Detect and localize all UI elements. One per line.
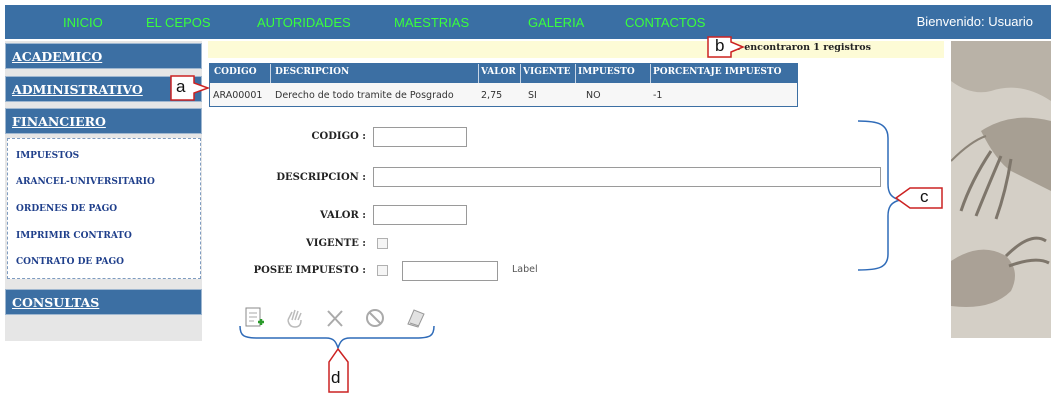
nav-item-el-cepos[interactable]: EL CEPOS [146, 15, 211, 30]
records-found-message: Se encontraron 1 registros [728, 42, 871, 53]
descripcion-label: DESCRIPCION : [276, 172, 366, 183]
table-cell: ARA00001 [213, 90, 263, 101]
decorative-fresco-image [951, 41, 1051, 338]
column-header[interactable]: VALOR [481, 67, 516, 77]
valor-input[interactable] [373, 205, 467, 225]
nav-item-contactos[interactable]: CONTACTOS [625, 15, 705, 30]
column-header[interactable]: PORCENTAJE IMPUESTO [653, 67, 781, 77]
codigo-label: CODIGO : [311, 131, 366, 142]
submenu-item-imprimir[interactable]: IMPRIMIR CONTRATO [16, 231, 132, 241]
nav-item-autoridades[interactable]: AUTORIDADES [257, 15, 351, 30]
descripcion-input[interactable] [373, 167, 881, 187]
submenu-item-contrato[interactable]: CONTRATO DE PAGO [16, 257, 124, 267]
top-navigation-bar: INICIO EL CEPOS AUTORIDADES MAESTRIAS GA… [5, 5, 1051, 39]
codigo-input[interactable] [373, 127, 467, 147]
impuesto-input[interactable] [402, 261, 498, 281]
table-header-row: CODIGO DESCRIPCION VALOR VIGENTE IMPUEST… [210, 64, 797, 83]
submenu-item-impuestos[interactable]: IMPUESTOS [16, 151, 79, 161]
callout-b: b [715, 36, 725, 55]
financiero-submenu: IMPUESTOS ARANCEL-UNIVERSITARIO ORDENES … [7, 138, 201, 279]
nav-item-inicio[interactable]: INICIO [63, 15, 103, 30]
posee-impuesto-label: POSEE IMPUESTO : [253, 265, 366, 276]
submenu-item-arancel[interactable]: ARANCEL-UNIVERSITARIO [16, 177, 155, 187]
callout-b-pointer [707, 36, 745, 58]
vigente-checkbox[interactable] [377, 238, 388, 249]
menu-academico[interactable]: ACADEMICO [5, 43, 202, 69]
extra-label: Label [512, 264, 538, 275]
column-header[interactable]: CODIGO [214, 67, 257, 77]
callout-c: c [920, 187, 929, 206]
table-cell: -1 [653, 90, 663, 101]
posee-impuesto-checkbox[interactable] [377, 265, 388, 276]
table-cell: Derecho de todo tramite de Posgrado [275, 90, 454, 101]
welcome-text: Bienvenido: Usuario [916, 14, 1033, 29]
menu-financiero[interactable]: FINANCIERO [5, 108, 202, 134]
results-table: CODIGO DESCRIPCION VALOR VIGENTE IMPUEST… [209, 63, 798, 107]
table-cell: 2,75 [481, 90, 503, 101]
column-header[interactable]: VIGENTE [523, 67, 571, 77]
callout-d: d [331, 368, 341, 387]
table-cell: NO [586, 90, 601, 101]
nav-item-maestrias[interactable]: MAESTRIAS [394, 15, 469, 30]
table-cell: SI [528, 90, 537, 101]
callout-a: a [176, 77, 186, 96]
valor-label: VALOR : [320, 210, 366, 221]
vigente-label: VIGENTE : [306, 238, 366, 249]
column-header[interactable]: DESCRIPCION [275, 67, 349, 77]
column-header[interactable]: IMPUESTO [578, 67, 635, 77]
menu-consultas[interactable]: CONSULTAS [5, 289, 202, 315]
nav-item-galeria[interactable]: GALERIA [528, 15, 584, 30]
submenu-item-ordenes[interactable]: ORDENES DE PAGO [16, 204, 117, 214]
